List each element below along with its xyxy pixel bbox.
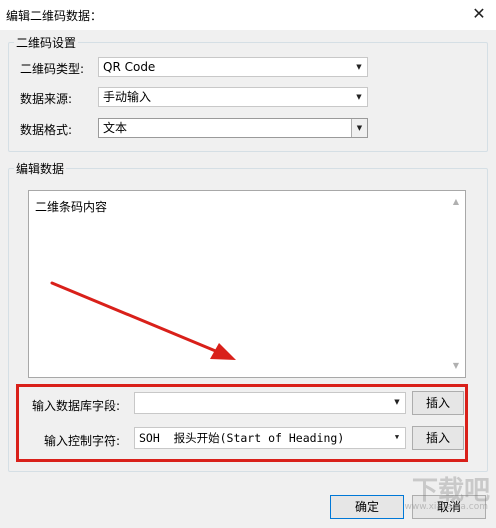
data-format-value: 文本 [103,121,128,135]
db-field-select[interactable]: ▼ [134,392,406,414]
barcode-type-select[interactable]: QR Code ▼ [98,57,368,77]
insert-db-field-button[interactable]: 插入 [412,391,464,415]
control-char-value: SOH 报头开始(Start of Heading) [139,431,345,445]
window-title: 编辑二维码数据： [6,9,103,23]
insert-control-char-button[interactable]: 插入 [412,426,464,450]
control-char-select[interactable]: SOH 报头开始(Start of Heading) ▼ [134,427,406,449]
triangle-down-icon: ▼ [351,119,367,137]
data-format-select[interactable]: 文本 ▼ [98,118,368,138]
data-source-value: 手动输入 [103,90,152,104]
data-source-select[interactable]: 手动输入 ▼ [98,87,368,107]
close-icon[interactable]: ✕ [462,0,496,30]
triangle-down-icon: ▼ [356,93,362,101]
barcode-content-textarea[interactable]: 二维条码内容 ▲ ▼ [28,190,466,378]
data-format-label: 数据格式: [20,123,73,137]
barcode-content-text: 二维条码内容 [35,200,108,214]
scroll-down-icon[interactable]: ▼ [449,359,463,373]
triangle-down-icon: ▼ [394,398,400,406]
scroll-up-icon[interactable]: ▲ [449,195,463,209]
triangle-down-icon: ▼ [394,433,400,441]
ok-button[interactable]: 确定 [330,495,404,519]
edit-data-group-label: 编辑数据 [14,160,67,177]
settings-group-label: 二维码设置 [14,34,79,51]
data-source-label: 数据来源: [20,92,73,106]
triangle-down-icon: ▼ [356,63,362,71]
barcode-type-value: QR Code [103,60,156,74]
db-field-label: 输入数据库字段: [32,399,121,413]
title-bar: 编辑二维码数据： ✕ [0,0,496,30]
control-char-label: 输入控制字符: [44,434,121,448]
watermark-url: www.xiazaiba.com [404,502,488,512]
barcode-type-label: 二维码类型: [20,62,85,76]
